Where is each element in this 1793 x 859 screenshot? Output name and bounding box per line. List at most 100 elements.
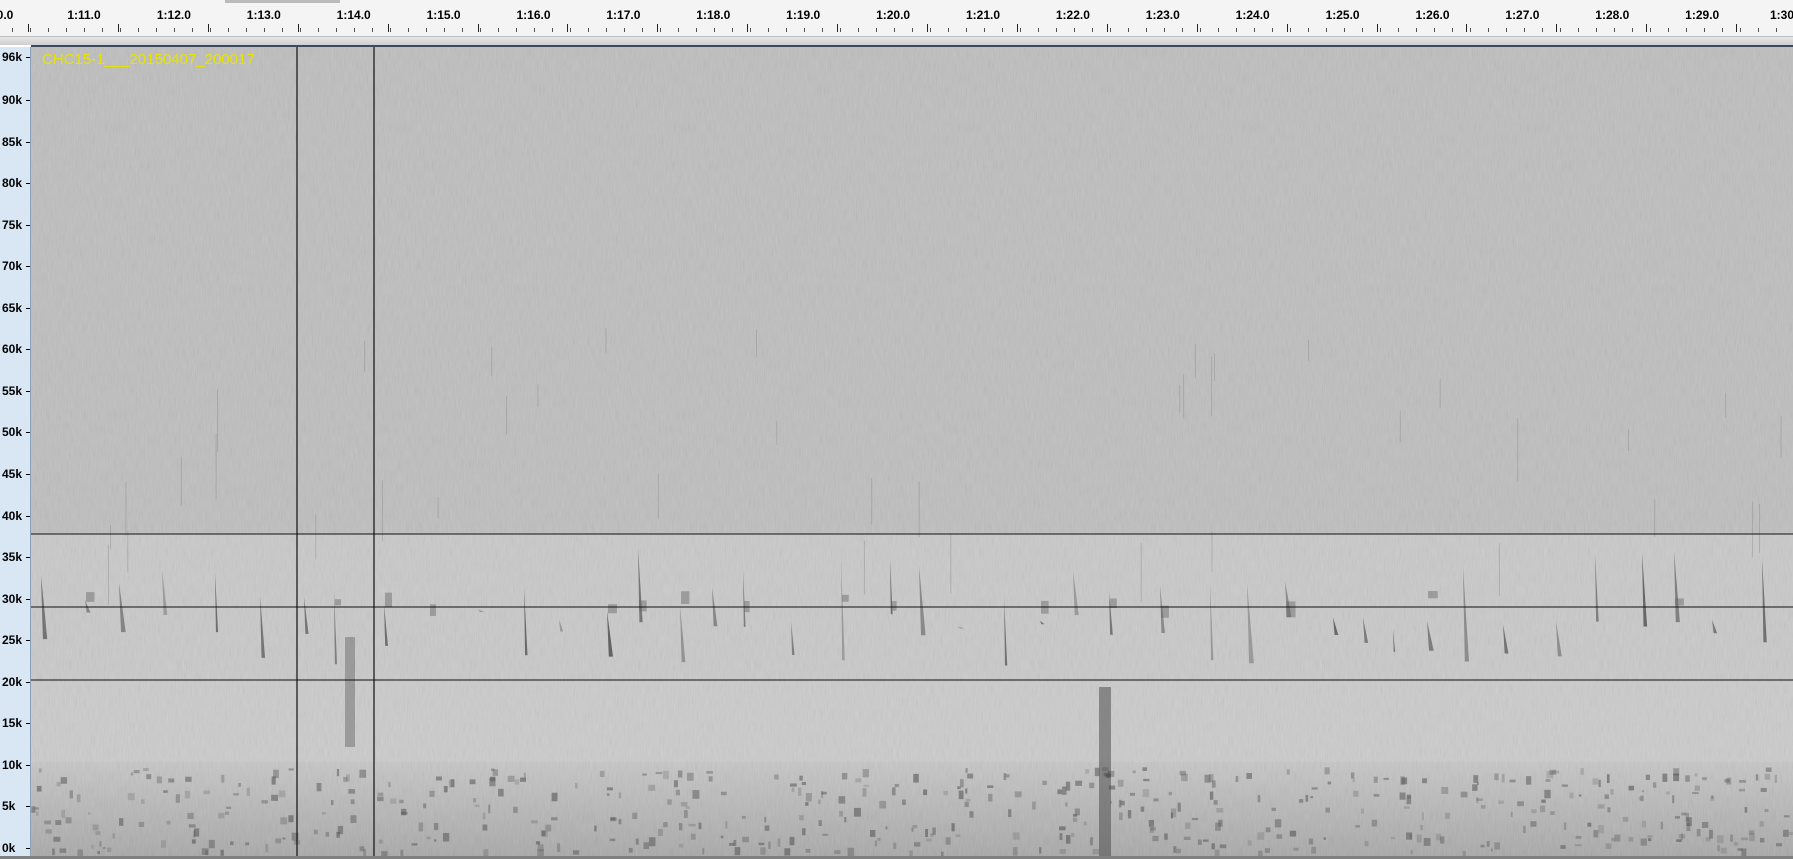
low-band-clutter — [1383, 777, 1389, 780]
frequency-tick — [26, 349, 30, 351]
low-band-clutter — [925, 838, 932, 842]
low-band-clutter — [443, 785, 448, 793]
noise-streak — [381, 480, 383, 542]
low-band-clutter — [52, 848, 55, 856]
low-band-clutter — [1539, 805, 1546, 813]
ruler-major-tick — [1376, 24, 1378, 32]
low-band-clutter — [805, 802, 809, 806]
ruler-label: 1:27.0 — [1505, 8, 1540, 22]
low-band-clutter — [388, 781, 391, 788]
low-band-clutter — [278, 790, 286, 798]
timeline-ruler[interactable]: 0.0 1:11.0 1:12.0 1:13.0 1:14.0 1:15.0 1:16.0… — [0, 0, 1793, 45]
low-band-clutter — [482, 824, 488, 831]
low-band-clutter — [127, 793, 135, 801]
frequency-axis: 96k 90k 85k 80k 75k 70k 65k 60k 55k 50k 45k 40k 35k 3… — [0, 47, 31, 856]
low-band-clutter — [1660, 821, 1663, 830]
low-band-clutter — [1530, 821, 1537, 827]
ruler-minor-tick — [966, 28, 967, 32]
loud-event — [345, 637, 355, 747]
ruler-minor-tick — [678, 28, 679, 32]
ruler-minor-tick — [1542, 28, 1543, 32]
ruler-strip[interactable] — [0, 36, 1793, 45]
low-band-clutter — [885, 826, 888, 830]
low-band-clutter — [632, 812, 638, 819]
low-band-clutter — [545, 824, 552, 832]
ruler-minor-tick — [984, 28, 985, 32]
low-band-clutter — [1308, 838, 1314, 845]
low-band-clutter — [758, 842, 765, 846]
low-band-clutter — [610, 817, 617, 822]
low-band-clutter — [99, 841, 102, 847]
ruler-minor-tick — [1362, 28, 1363, 32]
ruler-minor-tick — [228, 28, 229, 32]
ruler-minor-tick — [1380, 28, 1381, 32]
ruler-minor-tick — [1020, 28, 1021, 32]
ruler-minor-tick — [1506, 28, 1507, 32]
frequency-label: 5k — [2, 799, 16, 814]
low-band-clutter — [690, 833, 696, 840]
low-band-clutter — [1666, 791, 1670, 795]
ruler-major-tick — [1016, 24, 1018, 32]
ruler-minor-tick — [1704, 28, 1705, 32]
ruler-minor-tick — [210, 28, 211, 32]
low-band-clutter — [411, 843, 418, 846]
low-band-clutter — [92, 824, 99, 831]
ruler-minor-tick — [660, 28, 661, 32]
noise-streak — [537, 384, 539, 407]
low-band-clutter — [599, 770, 605, 778]
low-band-clutter — [401, 808, 407, 816]
low-band-clutter — [1257, 832, 1265, 840]
ruler-major-tick — [477, 24, 479, 32]
low-band-clutter — [31, 806, 36, 813]
spectrogram-canvas[interactable] — [31, 47, 1793, 856]
noise-streak — [125, 482, 127, 536]
low-band-clutter — [140, 799, 145, 804]
low-band-clutter — [799, 815, 804, 821]
low-band-clutter — [1235, 776, 1239, 782]
low-band-clutter — [1311, 846, 1317, 854]
low-band-clutter — [1783, 815, 1790, 818]
low-band-clutter — [1094, 767, 1100, 777]
low-band-clutter — [914, 842, 921, 847]
ruler-minor-tick — [696, 28, 697, 32]
ruler-label: 1:26.0 — [1415, 8, 1450, 22]
ruler-top-marker — [225, 0, 340, 3]
ruler-major-tick — [117, 24, 119, 32]
frequency-tick — [26, 141, 30, 143]
low-band-clutter — [168, 778, 175, 783]
low-band-clutter — [1289, 830, 1297, 837]
low-band-clutter — [853, 807, 861, 817]
frequency-label: 60k — [2, 342, 23, 357]
noise-streak — [491, 347, 493, 377]
low-band-clutter — [507, 775, 515, 782]
noise-texture — [31, 47, 1793, 856]
low-band-clutter — [1059, 833, 1063, 841]
low-band-clutter — [1759, 837, 1765, 843]
low-band-clutter — [958, 790, 964, 800]
low-band-clutter — [1628, 836, 1634, 842]
low-band-clutter — [1476, 798, 1483, 801]
frequency-tick — [26, 307, 30, 309]
low-band-clutter — [523, 772, 526, 778]
low-band-clutter — [1403, 806, 1410, 809]
low-band-clutter — [955, 834, 961, 837]
frequency-tick — [26, 100, 30, 101]
ruler-minor-tick — [1416, 28, 1417, 32]
low-band-clutter — [1416, 834, 1422, 843]
ruler-minor-tick — [714, 28, 715, 32]
low-band-clutter — [1293, 847, 1299, 851]
low-band-clutter — [945, 837, 951, 845]
low-band-clutter — [77, 849, 84, 856]
low-band-clutter — [1724, 779, 1730, 783]
low-band-clutter — [951, 823, 955, 832]
low-band-clutter — [1012, 847, 1018, 856]
ruler-minor-tick — [156, 28, 157, 32]
low-band-clutter — [350, 815, 357, 824]
low-band-clutter — [801, 781, 807, 786]
low-band-clutter — [1545, 779, 1551, 782]
ruler-minor-tick — [894, 28, 895, 32]
low-band-clutter — [967, 773, 974, 779]
low-band-clutter — [1085, 769, 1090, 774]
spectrogram-view[interactable] — [31, 47, 1793, 856]
low-band-clutter — [390, 798, 397, 804]
